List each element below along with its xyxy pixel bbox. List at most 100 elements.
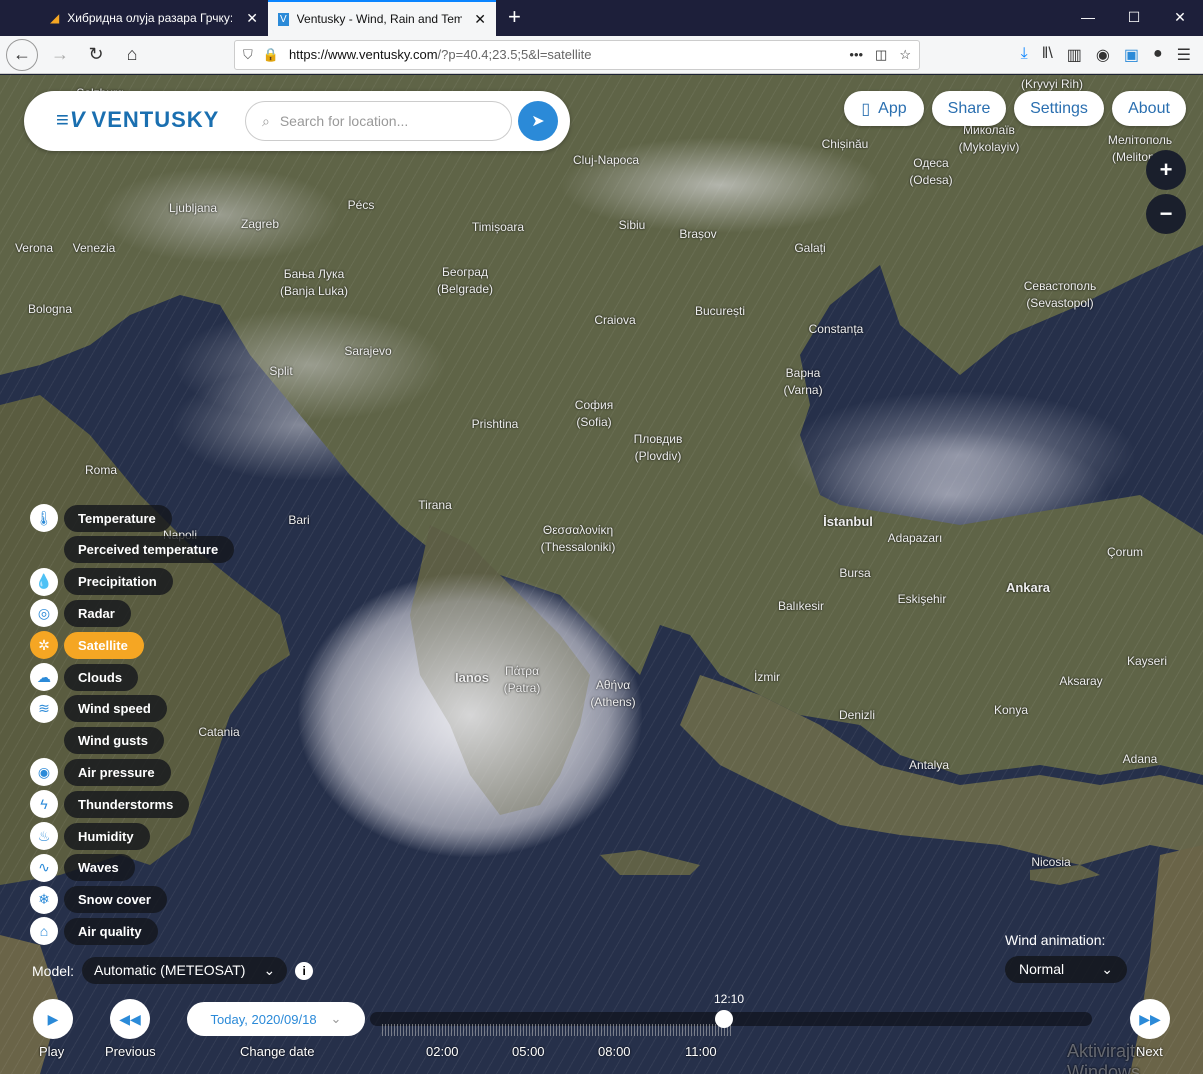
city-label: Timișoara — [471, 220, 525, 234]
layer-wind-speed[interactable]: ≋ Wind speed — [30, 694, 167, 724]
new-tab-icon[interactable]: + — [496, 0, 533, 36]
tab-bar: ◢ Хибридна олуја разара Грчку: ✕ V Ventusky… — [0, 0, 1203, 36]
browser-tab[interactable]: ◢ Хибридна олуја разара Грчку: ✕ — [40, 0, 268, 36]
menu-icon[interactable]: ☰ — [1177, 45, 1191, 65]
city-label: Konya — [993, 703, 1029, 717]
date-selector[interactable]: Today, 2020/09/18 ⌄ — [187, 1002, 365, 1036]
city-label: Craiova — [594, 313, 636, 327]
pressure-icon: ◉ — [30, 758, 58, 787]
shield-icon: ⛉ — [243, 46, 253, 62]
phone-icon: ▯ — [861, 100, 871, 118]
city-label: İstanbul — [823, 514, 873, 529]
info-icon[interactable]: i — [295, 961, 314, 980]
waves-icon: ∿ — [30, 853, 58, 882]
wind-animation-dropdown[interactable]: Normal ⌄ — [1005, 956, 1127, 983]
sidebar-icon[interactable]: ▥ — [1067, 45, 1082, 65]
library-icon[interactable]: ‖\ — [1042, 45, 1053, 65]
wind-animation-control: Wind animation: Normal ⌄ — [1005, 932, 1127, 983]
next-button[interactable]: ▶▶ — [1130, 999, 1170, 1039]
city-label: Prishtina — [471, 417, 519, 431]
download-icon[interactable]: ⤓ — [1021, 45, 1028, 65]
location-arrow-icon: ➤ — [531, 113, 545, 130]
url-bar[interactable]: ⛉ 🔒 https://www.ventusky.com/?p=40.4;23.5… — [234, 39, 920, 70]
city-label: Nicosia — [1031, 855, 1071, 869]
ventusky-logo[interactable]: ≡V VENTUSKY — [56, 107, 219, 133]
sputnik-favicon-icon: ◢ — [50, 11, 60, 25]
layer-precipitation[interactable]: 💧 Precipitation — [30, 567, 173, 597]
chevron-down-icon: ⌄ — [263, 962, 276, 978]
satellite-icon: ✲ — [30, 631, 58, 660]
extension-icon[interactable]: ▣ — [1124, 45, 1139, 65]
previous-label: Previous — [105, 1044, 156, 1059]
maximize-icon[interactable]: ☐ — [1111, 0, 1157, 36]
settings-button[interactable]: Settings — [1014, 91, 1104, 126]
close-tab-icon[interactable]: ✕ — [246, 10, 258, 27]
city-label: Београд (Belgrade) — [436, 265, 494, 296]
city-label: Eskişehir — [897, 592, 947, 606]
layer-waves[interactable]: ∿ Waves — [30, 853, 135, 883]
city-label: Bursa — [839, 566, 871, 580]
city-label: Ljubljana — [168, 201, 218, 215]
city-label: Pécs — [347, 198, 375, 212]
layer-temperature[interactable]: 🌡 Temperature — [30, 503, 172, 533]
browser-tab-active[interactable]: V Ventusky - Wind, Rain and Tem ✕ — [268, 0, 496, 36]
model-selector: Model: Automatic (METEOSAT) ⌄ i — [32, 957, 314, 984]
city-label: Aksaray — [1059, 674, 1103, 688]
bookmark-star-icon[interactable]: ☆ — [899, 47, 911, 63]
layer-thunderstorms[interactable]: ϟ Thunderstorms — [30, 789, 190, 819]
play-button[interactable]: ▶ — [33, 999, 73, 1039]
layer-air-quality[interactable]: ⌂ Air quality — [30, 916, 158, 946]
lightning-icon: ϟ — [30, 790, 58, 819]
reload-icon[interactable]: ↻ — [82, 41, 110, 69]
city-label: Brașov — [679, 227, 717, 241]
layer-satellite[interactable]: ✲ Satellite — [30, 630, 144, 660]
city-label: Севастополь (Sevastopol) — [1023, 279, 1097, 310]
ventusky-favicon-icon: V — [278, 12, 289, 26]
layer-wind-gusts[interactable]: Wind gusts — [30, 726, 164, 756]
city-label: Пловдив (Plovdiv) — [633, 432, 683, 463]
change-date-label: Change date — [240, 1044, 315, 1059]
weather-map[interactable]: SalzburgLjubljanaZagrebPécsVeronaVenezia… — [0, 75, 1203, 1074]
layer-snow-cover[interactable]: ❄ Snow cover — [30, 885, 167, 915]
share-button[interactable]: Share — [932, 91, 1006, 126]
close-window-icon[interactable]: ✕ — [1157, 0, 1203, 36]
pocket-icon[interactable]: ◫ — [875, 47, 887, 63]
minimize-icon[interactable]: — — [1065, 0, 1111, 36]
city-label: Zagreb — [240, 217, 280, 231]
model-dropdown[interactable]: Automatic (METEOSAT) ⌄ — [82, 957, 288, 984]
city-label: Catania — [198, 725, 240, 739]
layer-clouds[interactable]: ☁ Clouds — [30, 662, 139, 692]
city-label: București — [694, 304, 746, 318]
city-label: Bari — [288, 513, 310, 527]
previous-button[interactable]: ◀◀ — [110, 999, 150, 1039]
forward-icon[interactable]: → — [46, 41, 74, 69]
about-button[interactable]: About — [1112, 91, 1186, 126]
close-tab-icon[interactable]: ✕ — [474, 11, 486, 28]
layer-air-pressure[interactable]: ◉ Air pressure — [30, 757, 171, 787]
back-icon[interactable]: ← — [6, 38, 38, 71]
app-button[interactable]: ▯ App — [844, 91, 924, 126]
zoom-in-button[interactable]: + — [1146, 150, 1186, 190]
fast-forward-icon: ▶▶ — [1139, 1010, 1161, 1027]
city-label: Chișinău — [821, 137, 869, 151]
search-input[interactable]: ⌕ Search for location... — [245, 101, 512, 141]
nav-bar: ← → ↻ ⌂ ⛉ 🔒 https://www.ventusky.com/?p=4… — [0, 36, 1203, 74]
layer-humidity[interactable]: ♨ Humidity — [30, 821, 150, 851]
chevron-down-icon: ⌄ — [1101, 961, 1113, 977]
city-label: Bologna — [27, 302, 73, 316]
more-icon[interactable]: ••• — [849, 47, 863, 63]
next-label: Next — [1136, 1044, 1163, 1059]
home-icon[interactable]: ⌂ — [118, 41, 146, 69]
lock-icon: 🔒 — [262, 46, 279, 62]
account-icon[interactable]: ◉ — [1096, 45, 1110, 65]
layer-perceived-temperature[interactable]: Perceived temperature — [30, 535, 235, 565]
timeline-thumb[interactable] — [714, 1010, 733, 1028]
timeline-ticks — [382, 1024, 732, 1036]
extension2-icon[interactable]: ● — [1153, 45, 1163, 65]
hour-label: 05:00 — [512, 1044, 545, 1059]
city-label: Denizli — [838, 708, 875, 722]
locate-button[interactable]: ➤ — [518, 101, 558, 141]
city-label: София (Sofia) — [574, 398, 614, 429]
layer-radar[interactable]: ◎ Radar — [30, 598, 131, 628]
zoom-out-button[interactable]: − — [1146, 194, 1186, 234]
